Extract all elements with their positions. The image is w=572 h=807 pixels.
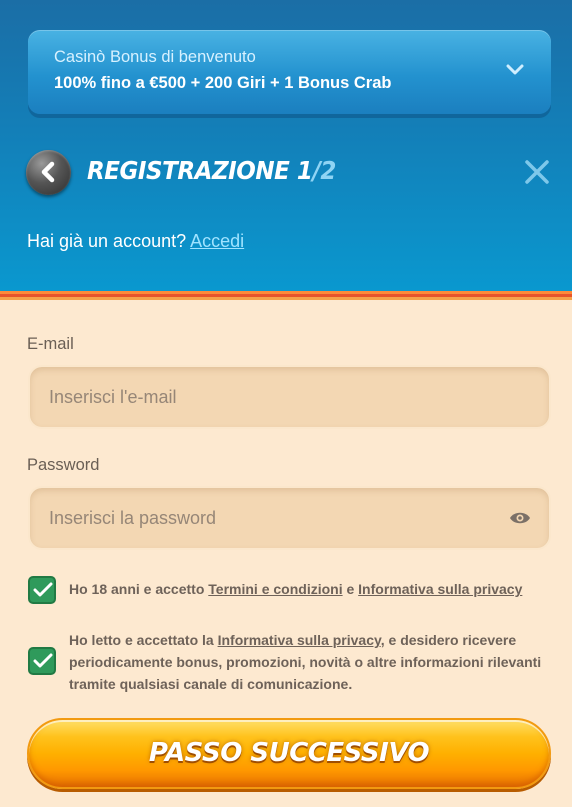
bonus-offer: 100% fino a €500 + 200 Giri + 1 Bonus Cr…: [54, 74, 392, 92]
age-terms-checkbox[interactable]: [28, 576, 56, 604]
decorative-stripes: [0, 291, 572, 300]
chevron-down-icon[interactable]: [505, 60, 525, 80]
next-step-button[interactable]: PASSO SUCCESSIVO: [27, 718, 551, 789]
eye-icon[interactable]: [509, 510, 531, 526]
page-title: REGISTRAZIONE 1/2: [87, 156, 336, 185]
welcome-bonus-dropdown[interactable]: Casinò Bonus di benvenuto 100% fino a €5…: [28, 30, 551, 114]
email-field[interactable]: [30, 367, 549, 427]
marketing-consent-checkbox[interactable]: [28, 647, 56, 675]
email-label: E-mail: [27, 335, 74, 353]
consent-text: e: [342, 581, 359, 597]
back-arrow-icon: [41, 161, 55, 183]
privacy-link[interactable]: Informativa sulla privacy: [358, 581, 522, 597]
bonus-title: Casinò Bonus di benvenuto: [54, 48, 256, 66]
login-prompt: Hai già un account? Accedi: [27, 231, 244, 252]
password-field[interactable]: [30, 488, 549, 548]
checkmark-icon: [33, 582, 53, 597]
login-prompt-text: Hai già un account?: [27, 231, 187, 251]
consent-text: Ho 18 anni e accetto: [69, 581, 209, 597]
privacy-link[interactable]: Informativa sulla privacy: [218, 632, 381, 648]
password-field-wrapper: [28, 486, 551, 550]
marketing-consent-text: Ho letto e accettato la Informativa sull…: [69, 629, 549, 695]
terms-link[interactable]: Termini e condizioni: [208, 581, 342, 597]
back-button[interactable]: [26, 150, 71, 195]
close-icon[interactable]: [524, 159, 550, 185]
page-title-text: REGISTRAZIONE 1: [87, 156, 313, 185]
page-title-step: /2: [312, 156, 336, 185]
checkmark-icon: [33, 653, 53, 668]
age-terms-consent-text: Ho 18 anni e accetto Termini e condizion…: [69, 578, 549, 600]
password-label: Password: [27, 456, 100, 474]
consent-text: Ho letto e accettato la: [69, 632, 218, 648]
next-step-label: PASSO SUCCESSIVO: [148, 738, 430, 768]
email-field-wrapper: [28, 365, 551, 429]
login-link[interactable]: Accedi: [190, 231, 244, 251]
